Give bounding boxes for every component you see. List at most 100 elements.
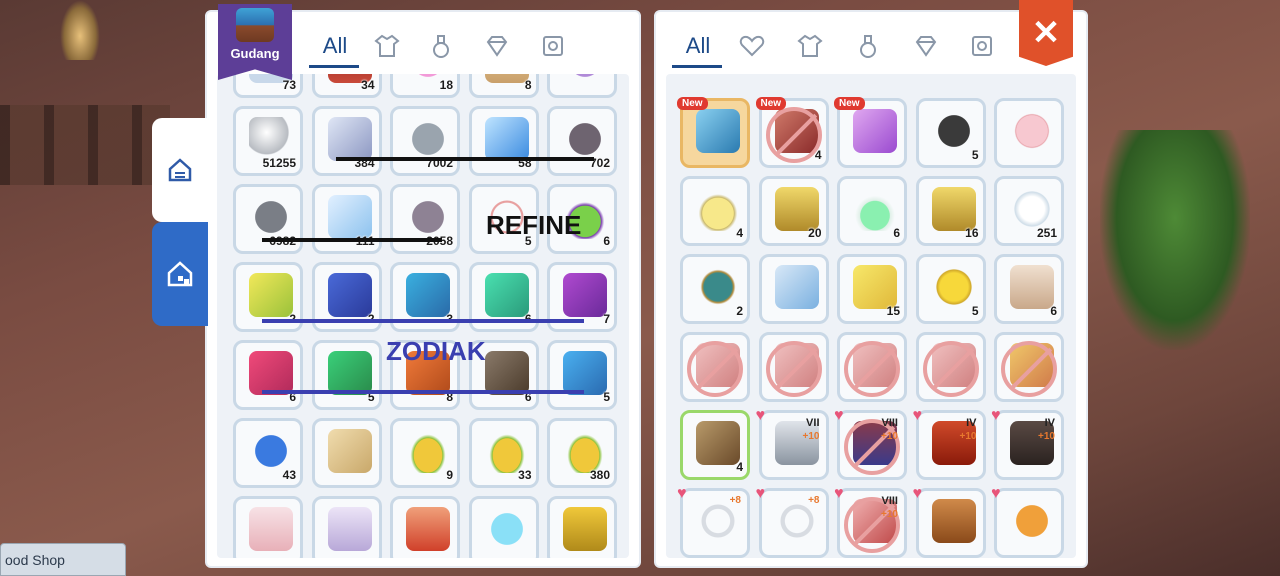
gudang-banner: Gudang bbox=[218, 4, 292, 80]
inventory-slot[interactable]: ♥ VIII +10 bbox=[834, 407, 907, 480]
tab-all[interactable]: All bbox=[309, 26, 359, 68]
food-shop-button[interactable]: ood Shop bbox=[0, 543, 126, 576]
yellow-potion-icon bbox=[696, 187, 740, 231]
item-count: 15 bbox=[886, 304, 900, 318]
favorite-heart-icon: ♥ bbox=[912, 485, 923, 502]
inventory-slot[interactable] bbox=[390, 496, 460, 558]
inventory-slot[interactable] bbox=[233, 496, 303, 558]
tab-equipment[interactable] bbox=[367, 26, 407, 66]
inventory-slot[interactable]: 5 bbox=[915, 98, 986, 168]
inventory-slot[interactable]: New bbox=[677, 97, 750, 168]
heart-icon bbox=[739, 35, 765, 57]
inventory-slot[interactable]: 43 bbox=[233, 418, 303, 488]
item-count: 33 bbox=[518, 468, 532, 482]
inventory-slot[interactable]: New 4 bbox=[755, 97, 829, 168]
item-count: 16 bbox=[965, 226, 979, 240]
inventory-slot[interactable]: 16 bbox=[915, 176, 986, 246]
inventory-slot[interactable]: 34 bbox=[311, 74, 382, 98]
inventory-slot[interactable]: 8 bbox=[468, 74, 539, 98]
tier-label: VII bbox=[806, 417, 820, 429]
inventory-slot[interactable]: 384 bbox=[311, 106, 382, 176]
inventory-slot[interactable]: 20 bbox=[758, 176, 829, 246]
shirt-icon bbox=[374, 34, 400, 57]
item-count: 5 bbox=[603, 390, 610, 404]
tab-gems[interactable] bbox=[477, 26, 517, 66]
inventory-slot[interactable]: 15 bbox=[837, 254, 907, 324]
close-button[interactable]: ✕ bbox=[1019, 0, 1073, 66]
inventory-slot[interactable]: ♥ bbox=[912, 485, 986, 558]
favorite-heart-icon: ♥ bbox=[834, 485, 844, 502]
bag-tab-gems[interactable] bbox=[906, 26, 946, 66]
inventory-slot[interactable]: ♥ bbox=[991, 485, 1064, 558]
bag-tab-equipment[interactable] bbox=[790, 26, 830, 66]
inventory-slot[interactable] bbox=[994, 98, 1064, 168]
inventory-slot[interactable]: 6982 bbox=[233, 184, 303, 254]
inventory-slot[interactable]: 6 bbox=[994, 254, 1064, 324]
inventory-slot[interactable]: 58 bbox=[468, 106, 539, 176]
refine-level: +10 bbox=[959, 431, 977, 442]
inventory-slot[interactable]: ♥ VIII +10 bbox=[834, 485, 907, 558]
inventory-slot[interactable] bbox=[468, 496, 539, 558]
inventory-slot[interactable] bbox=[758, 332, 829, 402]
inventory-slot[interactable]: ♥ +8 bbox=[677, 485, 750, 558]
side-tab-storage[interactable] bbox=[152, 118, 208, 222]
inventory-slot[interactable]: 251 bbox=[994, 176, 1064, 246]
inventory-slot[interactable]: 5 bbox=[547, 340, 617, 410]
bag-tab-all[interactable]: All bbox=[672, 26, 722, 68]
refine-strike-line bbox=[336, 157, 594, 161]
zodiak-strike-line bbox=[262, 390, 584, 394]
inventory-slot[interactable] bbox=[311, 418, 382, 488]
inventory-slot[interactable]: 5 bbox=[915, 254, 986, 324]
gift-bag-icon bbox=[1010, 265, 1054, 309]
prohibited-icon bbox=[687, 341, 743, 397]
inventory-slot[interactable] bbox=[837, 332, 907, 402]
inventory-slot[interactable]: 4 bbox=[680, 176, 750, 246]
inventory-slot[interactable]: ♥ IV +10 bbox=[991, 407, 1064, 480]
bag-tab-consumables[interactable] bbox=[848, 26, 888, 66]
inventory-slot[interactable] bbox=[915, 332, 986, 402]
inventory-slot[interactable]: ♥ IV +10 bbox=[913, 407, 986, 480]
inventory-slot[interactable]: 18 bbox=[390, 74, 460, 98]
inventory-slot[interactable]: ♥ +8 bbox=[756, 485, 829, 558]
tab-consumables[interactable] bbox=[421, 26, 461, 66]
inventory-slot[interactable]: 2 bbox=[680, 254, 750, 324]
inventory-slot[interactable] bbox=[758, 254, 829, 324]
zodiac-cancer-icon bbox=[484, 351, 529, 395]
inventory-slot[interactable]: New bbox=[834, 97, 907, 168]
inventory-slot[interactable] bbox=[547, 74, 617, 98]
inventory-slot[interactable]: 6 bbox=[233, 340, 303, 410]
new-badge: New bbox=[677, 97, 708, 110]
refine-level: +8 bbox=[729, 495, 741, 506]
inventory-slot[interactable] bbox=[680, 332, 750, 402]
inventory-slot[interactable] bbox=[311, 496, 382, 558]
inventory-slot[interactable]: 111 bbox=[311, 184, 382, 254]
side-tab-guild[interactable] bbox=[152, 222, 208, 326]
tab-cards[interactable] bbox=[533, 26, 573, 66]
refine-level: +10 bbox=[881, 509, 898, 520]
blue-crystal-icon bbox=[484, 117, 529, 161]
inventory-slot[interactable] bbox=[547, 496, 617, 558]
item-count: 9 bbox=[446, 468, 453, 482]
item-count: 51255 bbox=[262, 156, 296, 170]
bag-tab-cards[interactable] bbox=[962, 26, 1002, 66]
inventory-slot[interactable]: 73 bbox=[233, 74, 303, 98]
inventory-slot[interactable]: 9 bbox=[390, 418, 460, 488]
item-count: 4 bbox=[736, 226, 743, 240]
inventory-slot[interactable]: 51255 bbox=[233, 106, 303, 176]
inventory-slot[interactable]: 7002 bbox=[390, 106, 460, 176]
guild-house-icon bbox=[167, 261, 193, 287]
bag-tab-favorite[interactable] bbox=[732, 26, 772, 66]
ticket-icon bbox=[853, 265, 897, 309]
inventory-slot[interactable]: 2058 bbox=[390, 184, 460, 254]
inventory-slot[interactable]: 380 bbox=[547, 418, 617, 488]
inventory-slot[interactable]: 702 bbox=[547, 106, 617, 176]
inventory-slot[interactable]: 5 bbox=[311, 340, 382, 410]
inventory-slot[interactable] bbox=[994, 332, 1064, 402]
inventory-slot[interactable]: ♥ VII +10 bbox=[756, 407, 829, 480]
item-count: 6 bbox=[603, 234, 610, 248]
inventory-slot[interactable]: 6 bbox=[837, 176, 907, 246]
gold-flask-icon bbox=[774, 187, 819, 231]
diamond-icon bbox=[915, 36, 937, 57]
inventory-slot[interactable]: 4 bbox=[680, 410, 750, 480]
inventory-slot[interactable]: 33 bbox=[468, 418, 539, 488]
